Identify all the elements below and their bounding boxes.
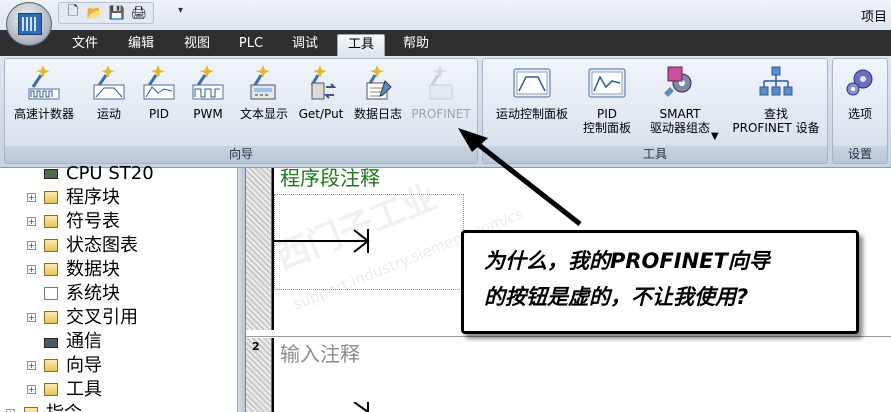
callout-line-2: 的按钮是虚的，不让我使用? — [484, 285, 749, 309]
annotation-arrow — [458, 128, 582, 226]
application-menu-button[interactable] — [6, 2, 52, 46]
app-window: 🗋 📂 💾 🖨 ▾ 项目 文件 编辑 视图 PLC 调试 工具 帮助 高速计数器… — [0, 0, 891, 412]
plc-logo-icon — [18, 13, 42, 35]
callout-line-1: 为什么，我的PROFINET向导 — [484, 249, 770, 273]
question-callout: 为什么，我的PROFINET向导 的按钮是虚的，不让我使用? — [461, 230, 859, 334]
